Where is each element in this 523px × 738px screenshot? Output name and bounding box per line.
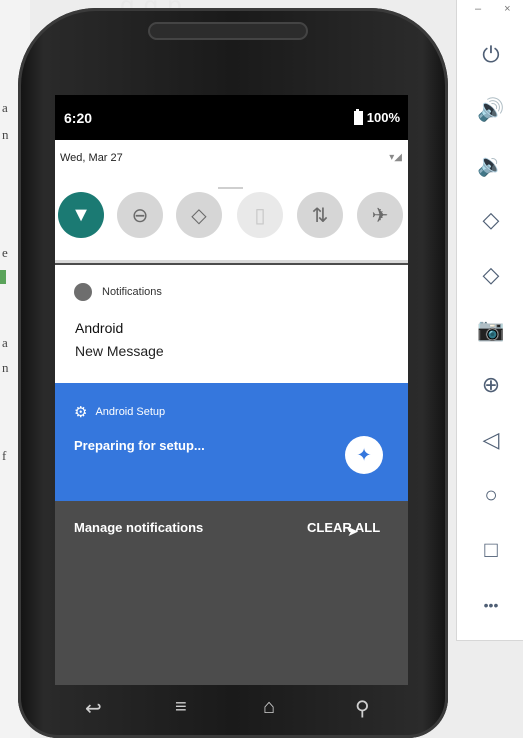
battery-percent: 100% [366, 110, 400, 125]
signal-icon: ▾◢ [389, 152, 402, 163]
clear-all-button[interactable]: CLEAR ALL [307, 520, 380, 535]
emulator-toolbar: – × ⏻ 🔊 🔉 ◇ ◇ 📷 ⊕ ◁ ○ □ ••• [456, 0, 523, 641]
volume-down-icon[interactable]: 🔉 [474, 148, 508, 182]
manage-notifications-button[interactable]: Manage notifications [74, 520, 203, 535]
status-time: 6:20 [64, 110, 93, 126]
back-triangle-icon[interactable]: ◁ [474, 423, 508, 457]
qs-date: Wed, Mar 27 [60, 152, 123, 164]
notification-card[interactable]: Notifications Android New Message [55, 265, 408, 383]
notification-header: Notifications [74, 283, 162, 301]
setup-header: ⚙ Android Setup [74, 403, 165, 421]
more-icon[interactable]: ••• [474, 588, 508, 622]
notification-text: New Message [75, 343, 164, 359]
setup-text: Preparing for setup... [74, 438, 205, 453]
setup-header-label: Android Setup [95, 406, 166, 418]
notification-title: Android [75, 320, 124, 336]
search-icon[interactable]: ⚲ [355, 696, 370, 721]
home-icon[interactable]: ⌂ [263, 696, 275, 719]
ide-fragment: a [2, 100, 8, 115]
rotate-right-icon[interactable]: ◇ [474, 258, 508, 292]
ide-fragment: e [2, 245, 8, 260]
airplane-icon[interactable]: ✈ [357, 192, 403, 238]
setup-notification-card[interactable]: ⚙ Android Setup Preparing for setup... ✦ [55, 383, 408, 501]
menu-icon[interactable]: ≡ [175, 696, 187, 719]
do-not-disturb-icon[interactable]: ⊖ [117, 192, 163, 238]
gear-icon: ⚙ [74, 404, 88, 421]
phone-screen[interactable]: 6:20 100% Wed, Mar 27 ▾◢ ▼ ⊖ ◇ ▯ ⇅ ✈ Not… [55, 95, 408, 685]
auto-rotate-icon[interactable]: ◇ [176, 192, 222, 238]
zoom-icon[interactable]: ⊕ [474, 368, 508, 402]
ide-fragment: f [2, 448, 7, 463]
window-controls[interactable]: – × [475, 3, 521, 15]
mouse-cursor-icon: ➤ [347, 523, 359, 539]
ide-fragment: n [2, 127, 9, 142]
volume-up-icon[interactable]: 🔊 [474, 93, 508, 127]
battery-icon [353, 108, 363, 125]
ide-fragment: n [2, 360, 9, 375]
battery-saver-icon[interactable]: ▯ [237, 192, 283, 238]
home-circle-icon[interactable]: ○ [474, 478, 508, 512]
notification-header-label: Notifications [102, 286, 162, 298]
status-right: 100% [353, 108, 400, 125]
camera-icon[interactable]: 📷 [474, 313, 508, 347]
notification-app-icon [74, 283, 92, 301]
qs-tiles: ▼ ⊖ ◇ ▯ ⇅ ✈ [55, 192, 408, 242]
qs-divider [218, 187, 243, 189]
quick-settings-panel: Wed, Mar 27 ▾◢ ▼ ⊖ ◇ ▯ ⇅ ✈ [55, 140, 408, 263]
ide-fragment: a [2, 335, 8, 350]
overview-square-icon[interactable]: □ [474, 533, 508, 567]
wifi-off-icon[interactable]: ▼ [58, 192, 104, 238]
ide-green-marker [0, 270, 6, 284]
data-icon[interactable]: ⇅ [297, 192, 343, 238]
status-bar: 6:20 100% [55, 95, 408, 140]
magic-wand-icon[interactable]: ✦ [345, 436, 383, 474]
nav-bar: ↩ ≡ ⌂ ⚲ [55, 690, 408, 730]
rotate-left-icon[interactable]: ◇ [474, 203, 508, 237]
back-icon[interactable]: ↩ [85, 696, 102, 721]
phone-speaker [148, 22, 308, 40]
power-icon[interactable]: ⏻ [474, 38, 508, 72]
